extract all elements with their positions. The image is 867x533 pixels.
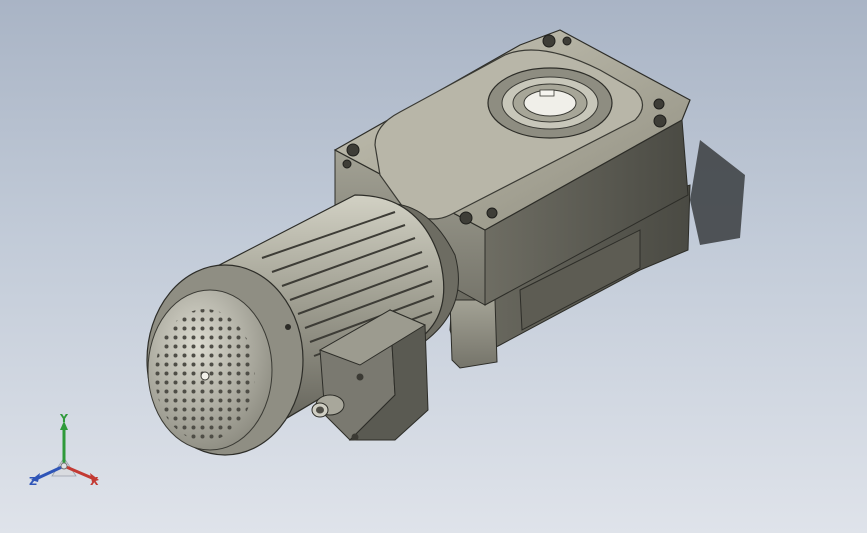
x-axis-label: X [90, 475, 99, 488]
cad-viewport[interactable]: Y X Z [0, 0, 867, 533]
axis-triad[interactable]: Y X Z [22, 412, 112, 498]
output-bore [487, 67, 613, 139]
y-axis-label: Y [60, 412, 68, 425]
fan-center-hole [200, 371, 210, 381]
model-shadow [690, 140, 745, 245]
gearbox-foot [449, 299, 498, 369]
gear-motor-model[interactable] [0, 0, 867, 533]
z-axis-label: Z [29, 475, 37, 488]
grounding-screw [285, 324, 291, 330]
